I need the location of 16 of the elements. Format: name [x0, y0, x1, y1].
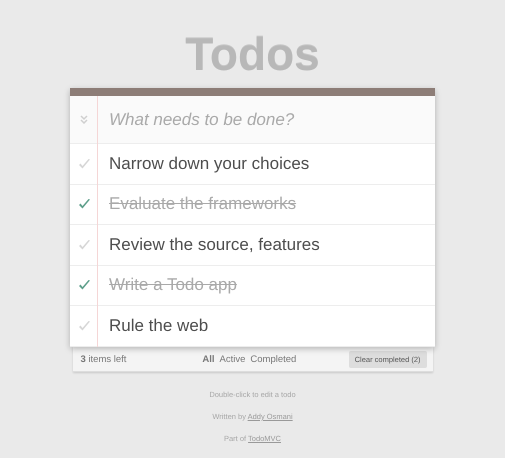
todo-label: Narrow down your choices	[109, 154, 310, 174]
filter-link[interactable]: Active	[220, 354, 246, 364]
todo-label: Review the source, features	[109, 234, 320, 255]
checkmark-icon[interactable]	[78, 198, 90, 210]
checkmark-icon[interactable]	[78, 238, 90, 251]
filter-link[interactable]: Completed	[250, 354, 296, 364]
items-left-count: 3 items left	[80, 354, 128, 364]
filter-link[interactable]: All	[202, 354, 215, 364]
checkmark-icon[interactable]	[78, 158, 90, 170]
todo-label: Evaluate the frameworks	[109, 194, 296, 214]
checkmark-icon[interactable]	[78, 279, 90, 292]
todo-label: Write a Todo app	[109, 275, 237, 296]
toggle-all-icon[interactable]	[80, 115, 88, 124]
new-todo-field[interactable]: What needs to be done?	[98, 96, 435, 143]
checkmark-icon[interactable]	[78, 320, 90, 332]
todo-label: Rule the web	[109, 316, 208, 336]
